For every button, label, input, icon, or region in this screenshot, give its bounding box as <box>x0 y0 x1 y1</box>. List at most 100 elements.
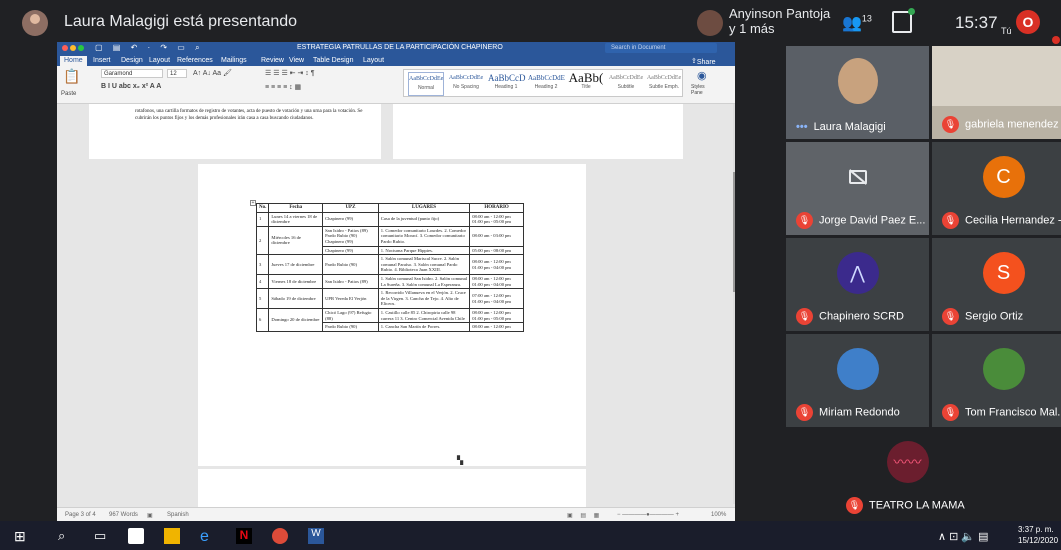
pinned-avatar[interactable] <box>697 10 723 36</box>
mic-off-icon: 🎙 <box>942 212 959 229</box>
self-avatar[interactable]: O <box>1016 10 1040 34</box>
align-icons[interactable]: ≡ ≡ ≡ ≡ ↕ ▦ <box>265 83 301 91</box>
style-normal[interactable]: AaBbCcDdEe Normal <box>408 72 444 96</box>
table-row: 6 Domingo 20 de diciembre Chicó Lago (97… <box>255 307 524 332</box>
paste-icon[interactable]: 📋 <box>63 68 80 85</box>
quick-access-icons[interactable]: ▢ ▤ ↶ · ↷ ▭ ⌕ <box>95 43 204 53</box>
tab-home[interactable]: Home <box>60 56 87 66</box>
style-preview: AaBbCcDdE <box>528 74 565 82</box>
schedule-table[interactable]: No. Fecha UPZ LUGARES HORARIO 1 Lunes 14… <box>255 203 524 332</box>
task-view-icon[interactable]: ▭ <box>94 528 110 544</box>
chrome-icon[interactable] <box>272 528 288 544</box>
minimize-window-icon[interactable] <box>70 45 76 51</box>
tile-miriam-redondo[interactable]: 🎙 Miriam Redondo <box>786 334 929 427</box>
pinned-participant[interactable]: Anyinson Pantoja y 1 más <box>729 6 830 36</box>
windows-start-icon[interactable]: ⊞ <box>14 528 30 544</box>
mic-off-icon: 🎙 <box>796 212 813 229</box>
participant-name: Cecilia Hernandez -... <box>965 214 1061 227</box>
language-indicator[interactable]: Spanish <box>167 512 189 518</box>
style-heading-2[interactable]: AaBbCcDdE Heading 2 <box>528 72 565 96</box>
styles-pane-icon[interactable]: ◉ <box>697 69 707 82</box>
header-horario: HORARIO <box>469 203 524 213</box>
tab-review[interactable]: Review <box>261 57 284 64</box>
cell-upz: San Isidro - Patios (89) <box>322 273 379 290</box>
taskbar-date: 15/12/2020 <box>1018 536 1059 545</box>
audio-wave-icon: 〰〰 <box>886 441 929 484</box>
close-window-icon[interactable] <box>62 45 68 51</box>
table-row: 3 Jueves 17 de diciembre Pardo Rubio (90… <box>255 254 524 275</box>
cell-no: 4 <box>255 273 270 290</box>
tile-teatro-la-mama[interactable]: 〰〰 🎙 TEATRO LA MAMA <box>836 427 979 520</box>
cell-fecha: Domingo 20 de diciembre <box>268 307 324 332</box>
chat-icon[interactable] <box>892 8 915 33</box>
participant-name: Chapinero SCRD <box>819 310 904 323</box>
speaking-dots-icon: ••• <box>796 121 808 133</box>
style-title[interactable]: AaBb(Title <box>568 70 604 96</box>
presenting-label: Laura Malagigi está presentando <box>64 13 298 30</box>
tab-insert[interactable]: Insert <box>93 57 111 64</box>
edge-icon[interactable]: e <box>200 528 216 545</box>
participant-name-row: 🎙 Sergio Ortiz <box>942 308 1023 325</box>
tile-tom-francisco[interactable]: 🎙 Tom Francisco Mal... <box>932 334 1061 427</box>
tab-view[interactable]: View <box>289 57 304 64</box>
participant-avatar: C <box>982 156 1025 199</box>
share-button[interactable]: ⇪ Share <box>691 57 716 66</box>
word-icon[interactable]: W <box>308 528 324 544</box>
taskbar-clock[interactable]: 3:37 p. m. 15/12/2020 <box>1018 524 1058 546</box>
tile-jorge-david-paez[interactable]: 🎙 Jorge David Paez E... <box>786 142 929 235</box>
tray-icons[interactable]: ∧ ⊡ 🔈 ▤ <box>938 530 989 543</box>
font-grow-shrink-icons[interactable]: A↑ A↓ Aa 🖌 <box>193 69 232 77</box>
cell-horario: 08:00 am - 12:00 pm 01:00 pm - 05:00 pm <box>469 307 524 324</box>
store-icon[interactable] <box>128 528 144 544</box>
view-mode-icons[interactable]: ▣ ▤ ▦ <box>567 512 602 519</box>
style-subtitle[interactable]: AaBbCcDdEe Subtitle <box>608 72 644 96</box>
tile-cecilia-hernandez[interactable]: C 🎙 Cecilia Hernandez -... <box>932 142 1061 235</box>
search-document-input[interactable]: Search in Document <box>605 43 717 53</box>
header-lugares: LUGARES <box>377 203 471 213</box>
page-indicator[interactable]: Page 3 of 4 <box>65 512 96 518</box>
search-icon[interactable]: ⌕ <box>58 528 74 544</box>
zoom-level[interactable]: 100% <box>711 512 726 518</box>
style-preview: AaBb( <box>568 70 604 85</box>
tab-table-design[interactable]: Table Design <box>313 57 353 64</box>
word-status-bar: Page 3 of 4 967 Words ▣ Spanish ▣ ▤ ▦ − … <box>57 507 735 522</box>
style-preview: AaBbCcD <box>488 73 526 83</box>
participant-photo <box>836 348 879 391</box>
vertical-scrollbar[interactable] <box>733 104 735 504</box>
text-format-icons[interactable]: B I U abc x₂ x² A A <box>101 83 161 90</box>
font-size-select[interactable]: 12 <box>167 69 187 78</box>
table-row: 5 Sábado 19 de diciembre UPR Vereda El V… <box>255 288 524 309</box>
tile-gabriela-menendez[interactable]: 🎙 gabriela menendez <box>932 46 1061 139</box>
pinned-more: y 1 más <box>729 21 775 36</box>
cell-no: 5 <box>255 288 270 309</box>
tile-laura-malagigi[interactable]: ••• Laura Malagigi <box>786 46 929 139</box>
proofing-icon[interactable]: ▣ <box>147 512 153 519</box>
tab-layout[interactable]: Layout <box>149 57 170 64</box>
participant-name-row: ••• Laura Malagigi <box>796 121 886 133</box>
style-heading-1[interactable]: AaBbCcD Heading 1 <box>488 72 526 96</box>
tab-table-layout[interactable]: Layout <box>363 57 384 64</box>
style-subtle-emphasis[interactable]: AaBbCcDdEe Subtle Emph. <box>646 72 682 96</box>
tab-design[interactable]: Design <box>121 57 143 64</box>
mic-off-icon: 🎙 <box>796 308 813 325</box>
people-button[interactable]: 👥13 <box>842 13 872 33</box>
file-explorer-icon[interactable] <box>164 528 180 544</box>
list-icons[interactable]: ☰ ☰ ☰ ⇤ ⇥ ↕ ¶ <box>265 69 315 77</box>
maximize-window-icon[interactable] <box>78 45 84 51</box>
zoom-slider[interactable]: − ————●———— + <box>617 512 679 518</box>
tab-mailings[interactable]: Mailings <box>221 57 247 64</box>
cell-upz: Chapinero (99) <box>322 245 379 256</box>
word-count[interactable]: 967 Words <box>109 512 138 518</box>
tile-chapinero-scrd[interactable]: ⋀ 🎙 Chapinero SCRD <box>786 238 929 331</box>
cell-lugares: 1. Nocturna Parque Hippies. <box>377 245 471 256</box>
style-preview: AaBbCcDdEe <box>646 75 682 81</box>
font-name-select[interactable]: Garamond <box>101 69 163 78</box>
mic-off-icon: 🎙 <box>846 497 863 514</box>
cell-horario: 08:00 am - 12:00 pm 01:00 pm - 04:00 pm <box>469 254 524 275</box>
tab-references[interactable]: References <box>177 57 213 64</box>
style-no-spacing[interactable]: AaBbCcDdEe No Spacing <box>448 72 484 96</box>
document-area[interactable]: rotafonos, una cartilla formatos de regi… <box>57 104 735 509</box>
scrollbar-thumb[interactable] <box>733 172 735 292</box>
tile-sergio-ortiz[interactable]: S 🎙 Sergio Ortiz <box>932 238 1061 331</box>
netflix-icon[interactable]: N <box>236 528 252 544</box>
